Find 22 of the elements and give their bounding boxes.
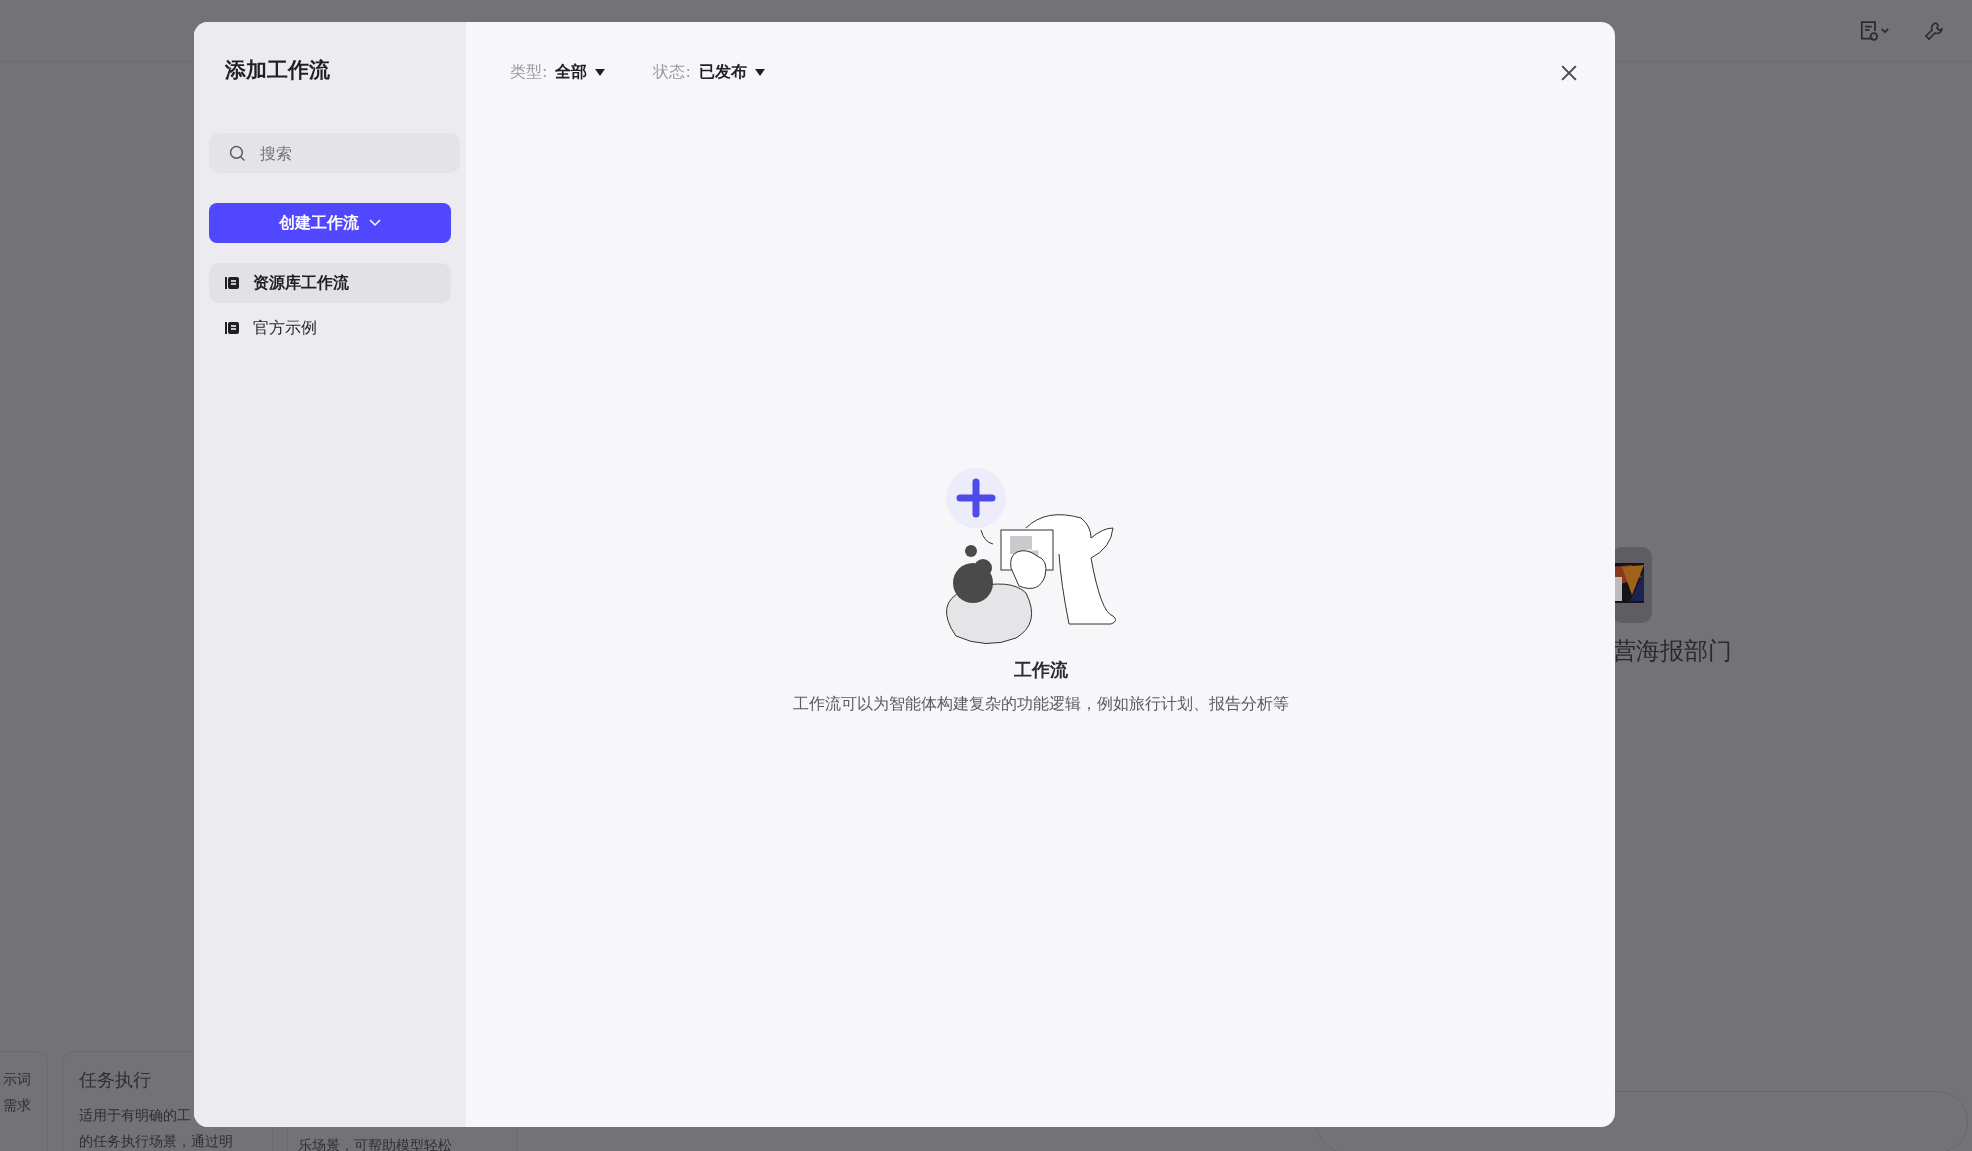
card-title: 任务执行 xyxy=(79,1068,152,1092)
card-text: 需求 xyxy=(3,1096,31,1115)
dialog-title: 添加工作流 xyxy=(225,57,331,84)
card-text: 示词 xyxy=(3,1070,31,1089)
caret-icon xyxy=(595,69,606,76)
filter-dropdown[interactable]: 状态: 已发布 xyxy=(653,62,765,83)
chevron-down-icon xyxy=(369,219,381,227)
book-icon xyxy=(225,321,239,335)
card-text: 的任务执行场景，通过明 xyxy=(79,1132,234,1151)
search-icon xyxy=(229,145,246,162)
empty-state-title: 工作流 xyxy=(1013,658,1068,682)
wrench-icon[interactable] xyxy=(1924,20,1944,41)
book-icon xyxy=(225,276,239,290)
caret-icon xyxy=(754,69,765,76)
nav-item[interactable]: 官方示例 xyxy=(209,308,451,348)
empty-state-description: 工作流可以为智能体构建复杂的功能逻辑，例如旅行计划、报告分析等 xyxy=(792,694,1289,715)
card-text: 适用于有明确的工 xyxy=(79,1106,192,1125)
nav-item[interactable]: 资源库工作流 xyxy=(209,263,451,303)
filter-dropdown[interactable]: 类型: 全部 xyxy=(510,62,606,83)
agent-avatar-icon xyxy=(1612,547,1652,623)
create-workflow-button[interactable]: 创建工作流 xyxy=(209,203,451,243)
search-field[interactable]: 搜索 xyxy=(209,133,460,173)
